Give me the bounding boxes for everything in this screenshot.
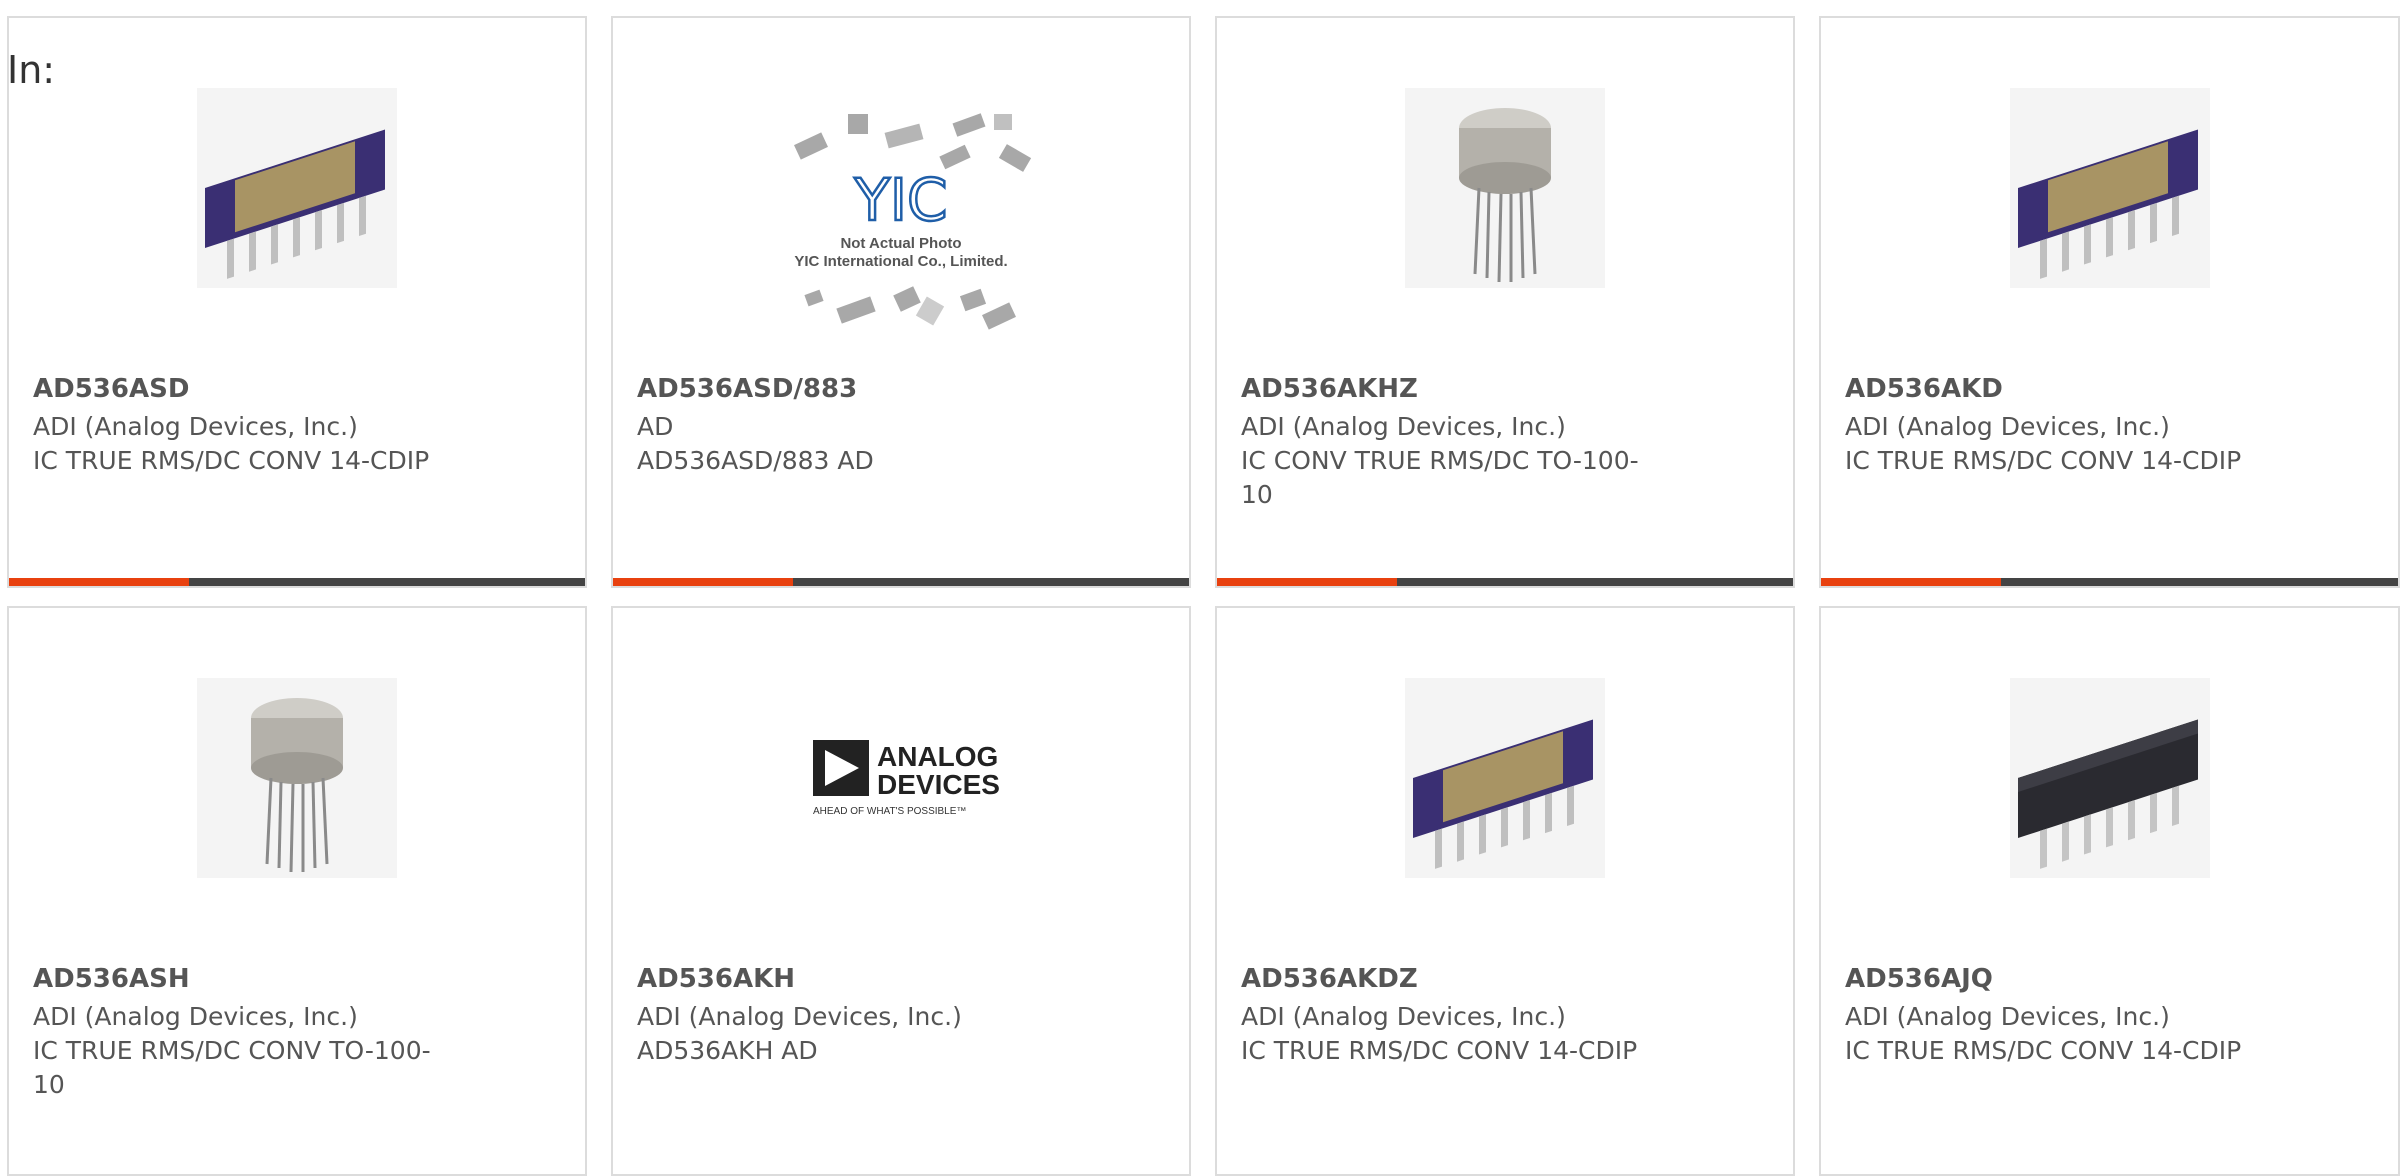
description: IC TRUE RMS/DC CONV 14-CDIP [1845,446,2242,475]
product-card[interactable]: AD536AKD ADI (Analog Devices, Inc.) IC T… [1819,16,2400,588]
part-number[interactable]: AD536ASH [33,964,190,994]
chip-dip-icon [197,88,397,288]
manufacturer: AD [637,412,674,441]
product-image[interactable]: ANALOG DEVICES AHEAD OF WHAT'S POSSIBLE™ [801,678,1001,878]
card-bar [1821,578,2398,586]
in-label: In: [7,48,56,92]
logo-line-devices: DEVICES [877,769,1000,800]
product-card[interactable]: AD536AJQ ADI (Analog Devices, Inc.) IC T… [1819,606,2400,1176]
description: IC TRUE RMS/DC CONV 14-CDIP [1845,1036,2242,1065]
manufacturer: ADI (Analog Devices, Inc.) [1241,1002,1566,1031]
card-bar-accent [1821,578,2001,586]
manufacturer: ADI (Analog Devices, Inc.) [33,412,358,441]
product-card[interactable]: AD536AKDZ ADI (Analog Devices, Inc.) IC … [1215,606,1795,1176]
description: AD536AKH AD [637,1036,818,1065]
metal-can-icon [1405,88,1605,288]
manufacturer: ADI (Analog Devices, Inc.) [1845,412,2170,441]
part-number[interactable]: AD536AKHZ [1241,374,1418,404]
part-number[interactable]: AD536AKD [1845,374,2003,404]
not-actual-photo-text: Not Actual Photo [840,235,961,252]
card-bar [613,578,1189,586]
product-card[interactable]: AD536AKHZ ADI (Analog Devices, Inc.) IC … [1215,16,1795,588]
card-bar-accent [9,578,189,586]
card-bar [1217,578,1793,586]
product-card[interactable]: AD536ASD ADI (Analog Devices, Inc.) IC T… [7,16,587,588]
description: IC CONV TRUE RMS/DC TO-100-10 [1241,446,1639,509]
product-image[interactable] [2009,678,2210,878]
part-number[interactable]: AD536ASD [33,374,189,404]
product-image[interactable] [1405,678,1605,878]
logo-line-analog: ANALOG [877,741,998,772]
product-image[interactable] [197,678,397,878]
manufacturer: ADI (Analog Devices, Inc.) [1241,412,1566,441]
product-card[interactable]: AD536ASH ADI (Analog Devices, Inc.) IC T… [7,606,587,1176]
part-number[interactable]: AD536AKH [637,964,795,994]
product-image[interactable] [2009,88,2210,288]
card-bar [9,578,585,586]
yic-logo-icon: YIC [853,166,947,234]
manufacturer: ADI (Analog Devices, Inc.) [33,1002,358,1031]
product-image[interactable]: YIC Not Actual Photo YIC International C… [766,102,1036,342]
part-number[interactable]: AD536ASD/883 [637,374,857,404]
description: AD536ASD/883 AD [637,446,874,475]
yic-company-text: YIC International Co., Limited. [794,253,1007,270]
manufacturer: ADI (Analog Devices, Inc.) [1845,1002,2170,1031]
part-number[interactable]: AD536AJQ [1845,964,1993,994]
card-bar-accent [613,578,793,586]
part-number[interactable]: AD536AKDZ [1241,964,1418,994]
product-card[interactable]: ANALOG DEVICES AHEAD OF WHAT'S POSSIBLE™… [611,606,1191,1176]
analog-devices-logo-icon: ANALOG DEVICES AHEAD OF WHAT'S POSSIBLE™ [801,678,1001,878]
chip-dip-icon [2009,88,2210,288]
description: IC TRUE RMS/DC CONV TO-100-10 [33,1036,431,1099]
card-bar-accent [1217,578,1397,586]
description: IC TRUE RMS/DC CONV 14-CDIP [33,446,430,475]
logo-tagline: AHEAD OF WHAT'S POSSIBLE™ [813,806,966,817]
description: IC TRUE RMS/DC CONV 14-CDIP [1241,1036,1638,1065]
yic-placeholder-icon: YIC Not Actual Photo YIC International C… [794,113,1032,330]
product-image[interactable] [197,88,397,288]
metal-can-icon [197,678,397,878]
manufacturer: ADI (Analog Devices, Inc.) [637,1002,962,1031]
chip-dip-black-icon [2009,678,2210,878]
chip-dip-icon [1405,678,1605,878]
product-card[interactable]: YIC Not Actual Photo YIC International C… [611,16,1191,588]
product-image[interactable] [1405,88,1605,288]
